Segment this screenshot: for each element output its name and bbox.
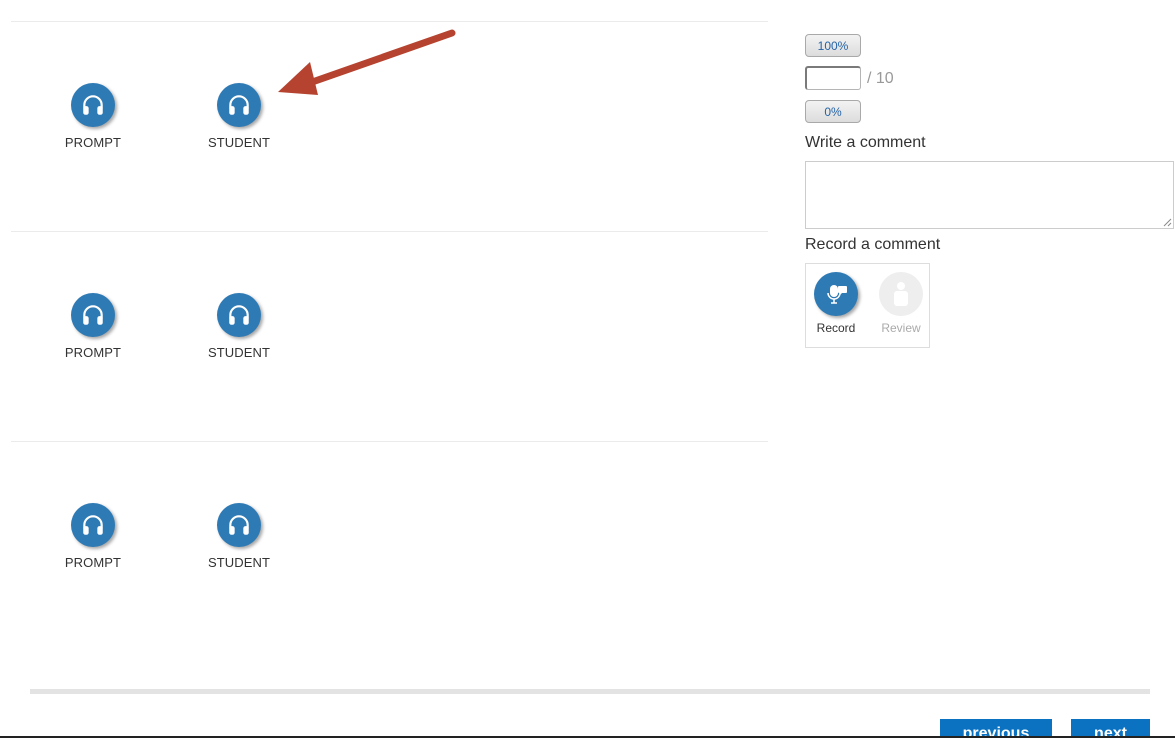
- zero-score-button[interactable]: 0%: [805, 100, 861, 123]
- record-label: Record: [816, 321, 856, 335]
- record-button[interactable]: Record: [806, 272, 866, 335]
- student-audio-circle[interactable]: [217, 83, 261, 127]
- prompt-audio-button[interactable]: PROMPT: [53, 293, 133, 360]
- response-row-2: PROMPT STUDENT: [0, 232, 768, 442]
- score-total: / 10: [867, 70, 894, 87]
- student-label: STUDENT: [207, 135, 271, 150]
- student-audio-button[interactable]: STUDENT: [199, 503, 279, 570]
- headphones-icon: [83, 95, 103, 115]
- headphones-icon: [83, 515, 103, 535]
- headphones-icon: [229, 515, 249, 535]
- comment-textarea[interactable]: [805, 161, 1174, 229]
- prompt-audio-button[interactable]: PROMPT: [53, 503, 133, 570]
- record-circle[interactable]: [814, 272, 858, 316]
- record-comment-label: Record a comment: [805, 236, 941, 253]
- progress-track: [30, 689, 1150, 694]
- student-audio-circle[interactable]: [217, 293, 261, 337]
- headphones-icon: [83, 305, 103, 325]
- prompt-label: PROMPT: [64, 135, 122, 150]
- person-icon: [894, 282, 908, 306]
- write-comment-label: Write a comment: [805, 134, 926, 151]
- review-button: Review: [871, 272, 931, 335]
- resize-grip-icon[interactable]: [1163, 218, 1172, 227]
- full-score-button[interactable]: 100%: [805, 34, 861, 57]
- review-label: Review: [881, 321, 921, 335]
- response-row-3: PROMPT STUDENT: [0, 442, 768, 652]
- review-circle: [879, 272, 923, 316]
- student-audio-circle[interactable]: [217, 503, 261, 547]
- student-label: STUDENT: [207, 555, 271, 570]
- prompt-label: PROMPT: [64, 345, 122, 360]
- audio-recorder: Record Review: [805, 263, 930, 348]
- prompt-audio-circle[interactable]: [71, 293, 115, 337]
- score-input[interactable]: [805, 66, 861, 90]
- student-label: STUDENT: [207, 345, 271, 360]
- student-audio-button[interactable]: STUDENT: [199, 293, 279, 360]
- prompt-audio-circle[interactable]: [71, 503, 115, 547]
- prompt-label: PROMPT: [64, 555, 122, 570]
- student-audio-button[interactable]: STUDENT: [199, 83, 279, 150]
- arrow-icon: [278, 29, 456, 95]
- microphone-icon: [827, 285, 847, 304]
- headphones-icon: [229, 305, 249, 325]
- prompt-audio-button[interactable]: PROMPT: [53, 83, 133, 150]
- grading-page: PROMPT STUDENT PROMPT STUDENT PROMPT STU…: [0, 0, 1175, 738]
- headphones-icon: [229, 95, 249, 115]
- prompt-audio-circle[interactable]: [71, 83, 115, 127]
